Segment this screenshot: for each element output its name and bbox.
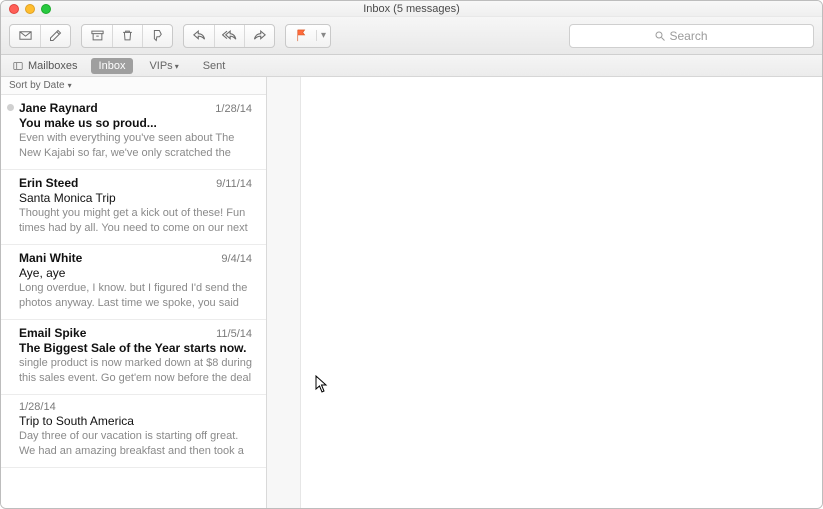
- sort-bar[interactable]: Sort by Date ▾: [1, 77, 266, 95]
- reply-icon: [192, 28, 207, 43]
- message-list-pane: Sort by Date ▾ Jane Raynard1/28/14You ma…: [1, 77, 267, 508]
- trash-icon: [120, 28, 135, 43]
- message-item[interactable]: 1/28/14Trip to South AmericaDay three of…: [1, 395, 266, 468]
- thread-gutter: [267, 77, 301, 508]
- message-date: 9/4/14: [221, 253, 252, 265]
- delete-button[interactable]: [112, 25, 142, 47]
- message-subject: The Biggest Sale of the Year starts now.: [19, 341, 252, 355]
- favorites-bar: Mailboxes Inbox VIPs▾ Sent: [1, 55, 822, 77]
- search-icon: [654, 30, 666, 42]
- titlebar: Inbox (5 messages): [1, 1, 822, 17]
- window-title: Inbox (5 messages): [363, 3, 460, 15]
- unread-dot-icon: [7, 104, 14, 111]
- close-window-button[interactable]: [9, 4, 19, 14]
- sort-label: Sort by Date: [9, 80, 65, 91]
- message-date: 11/5/14: [216, 328, 252, 340]
- mailboxes-toggle[interactable]: Mailboxes: [7, 57, 83, 75]
- tab-vips[interactable]: VIPs▾: [141, 58, 186, 74]
- reply-all-icon: [222, 28, 237, 43]
- envelope-icon: [18, 28, 33, 43]
- message-date: 1/28/14: [215, 103, 252, 115]
- forward-button[interactable]: [244, 25, 274, 47]
- zoom-window-button[interactable]: [41, 4, 51, 14]
- window-controls: [9, 4, 51, 14]
- cursor-icon: [315, 375, 329, 398]
- search-field[interactable]: [569, 24, 814, 48]
- get-mail-button[interactable]: [10, 25, 40, 47]
- message-from: Mani White: [19, 251, 82, 265]
- message-item[interactable]: Mani White 9/4/14Aye, ayeLong overdue, I …: [1, 245, 266, 320]
- message-preview: Thought you might get a kick out of thes…: [19, 206, 252, 236]
- junk-button[interactable]: [142, 25, 172, 47]
- message-subject: Trip to South America: [19, 414, 252, 428]
- message-subject: You make us so proud...: [19, 116, 252, 130]
- message-preview: Even with everything you've seen about T…: [19, 131, 252, 161]
- message-preview: single product is now marked down at $8 …: [19, 356, 252, 386]
- message-preview: Day three of our vacation is starting of…: [19, 429, 252, 459]
- message-list[interactable]: Jane Raynard1/28/14You make us so proud.…: [1, 95, 266, 508]
- thumbs-down-icon: [150, 28, 165, 43]
- reply-all-button[interactable]: [214, 25, 244, 47]
- archive-delete-junk-group: [81, 24, 173, 48]
- reply-forward-group: [183, 24, 275, 48]
- flag-group: ▾: [285, 24, 331, 48]
- archive-icon: [90, 28, 105, 43]
- compose-icon: [48, 28, 63, 43]
- forward-icon: [252, 28, 267, 43]
- body: Sort by Date ▾ Jane Raynard1/28/14You ma…: [1, 77, 822, 508]
- tab-sent[interactable]: Sent: [195, 58, 234, 74]
- toolbar: ▾: [1, 17, 822, 55]
- flag-icon: [294, 28, 309, 43]
- message-item[interactable]: Email Spike 11/5/14The Biggest Sale of th…: [1, 320, 266, 395]
- mail-window: Inbox (5 messages): [0, 0, 823, 509]
- mailboxes-label: Mailboxes: [28, 60, 78, 72]
- message-subject: Aye, aye: [19, 266, 252, 280]
- sidebar-icon: [12, 61, 24, 71]
- tab-inbox[interactable]: Inbox: [91, 58, 134, 74]
- chevron-down-icon: ▾: [175, 62, 179, 71]
- message-date: 9/11/14: [216, 178, 252, 190]
- message-date: 1/28/14: [19, 401, 56, 413]
- preview-pane: [301, 77, 822, 508]
- minimize-window-button[interactable]: [25, 4, 35, 14]
- message-from: Erin Steed: [19, 176, 78, 190]
- flag-button[interactable]: [286, 28, 316, 43]
- compose-button[interactable]: [40, 25, 70, 47]
- archive-button[interactable]: [82, 25, 112, 47]
- reply-button[interactable]: [184, 25, 214, 47]
- message-from: Email Spike: [19, 326, 86, 340]
- message-preview: Long overdue, I know. but I figured I'd …: [19, 281, 252, 311]
- message-item[interactable]: Erin Steed 9/11/14Santa Monica TripThough…: [1, 170, 266, 245]
- chevron-down-icon: ▾: [68, 81, 72, 90]
- get-compose-group: [9, 24, 71, 48]
- flag-menu-button[interactable]: ▾: [316, 30, 330, 41]
- message-from: Jane Raynard: [19, 101, 98, 115]
- search-input[interactable]: [670, 29, 730, 43]
- message-subject: Santa Monica Trip: [19, 191, 252, 205]
- message-item[interactable]: Jane Raynard 1/28/14You make us so proud.…: [1, 95, 266, 170]
